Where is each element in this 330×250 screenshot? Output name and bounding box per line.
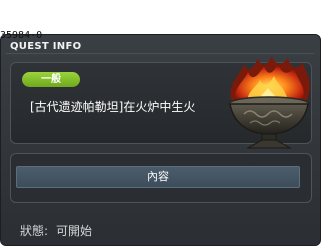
- quest-id: 35984-0: [0, 30, 43, 41]
- window-title: QUEST INFO: [10, 41, 82, 52]
- title-divider: [6, 53, 314, 54]
- status-label: 狀態:: [20, 224, 49, 238]
- quest-name: [古代遗迹帕勒坦]在火炉中生火: [30, 100, 196, 114]
- status-value: 可開始: [56, 224, 93, 238]
- quest-type-badge: 一般: [22, 72, 80, 87]
- quest-status: 狀態: 可開始: [20, 222, 92, 239]
- content-button[interactable]: 內容: [16, 166, 300, 188]
- brazier-fire-icon: [228, 56, 310, 149]
